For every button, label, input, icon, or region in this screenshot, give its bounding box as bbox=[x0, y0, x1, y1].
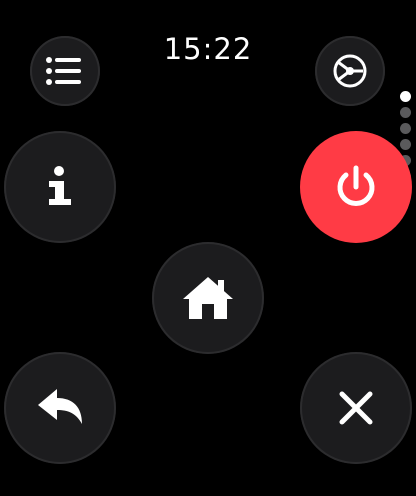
reply-back-icon bbox=[35, 386, 85, 430]
page-dot bbox=[400, 91, 411, 102]
info-button[interactable] bbox=[4, 131, 116, 243]
list-icon bbox=[45, 56, 85, 86]
info-icon bbox=[45, 165, 75, 209]
page-dot bbox=[400, 139, 411, 150]
close-button[interactable] bbox=[300, 352, 412, 464]
power-button[interactable] bbox=[300, 131, 412, 243]
list-button[interactable] bbox=[30, 36, 100, 106]
steering-wheel-icon bbox=[331, 52, 369, 90]
home-icon bbox=[180, 274, 236, 322]
back-button[interactable] bbox=[4, 352, 116, 464]
page-dot bbox=[400, 123, 411, 134]
page-dot bbox=[400, 107, 411, 118]
settings-button[interactable] bbox=[315, 36, 385, 106]
home-button[interactable] bbox=[152, 242, 264, 354]
close-x-icon bbox=[336, 388, 376, 428]
power-icon bbox=[331, 162, 381, 212]
